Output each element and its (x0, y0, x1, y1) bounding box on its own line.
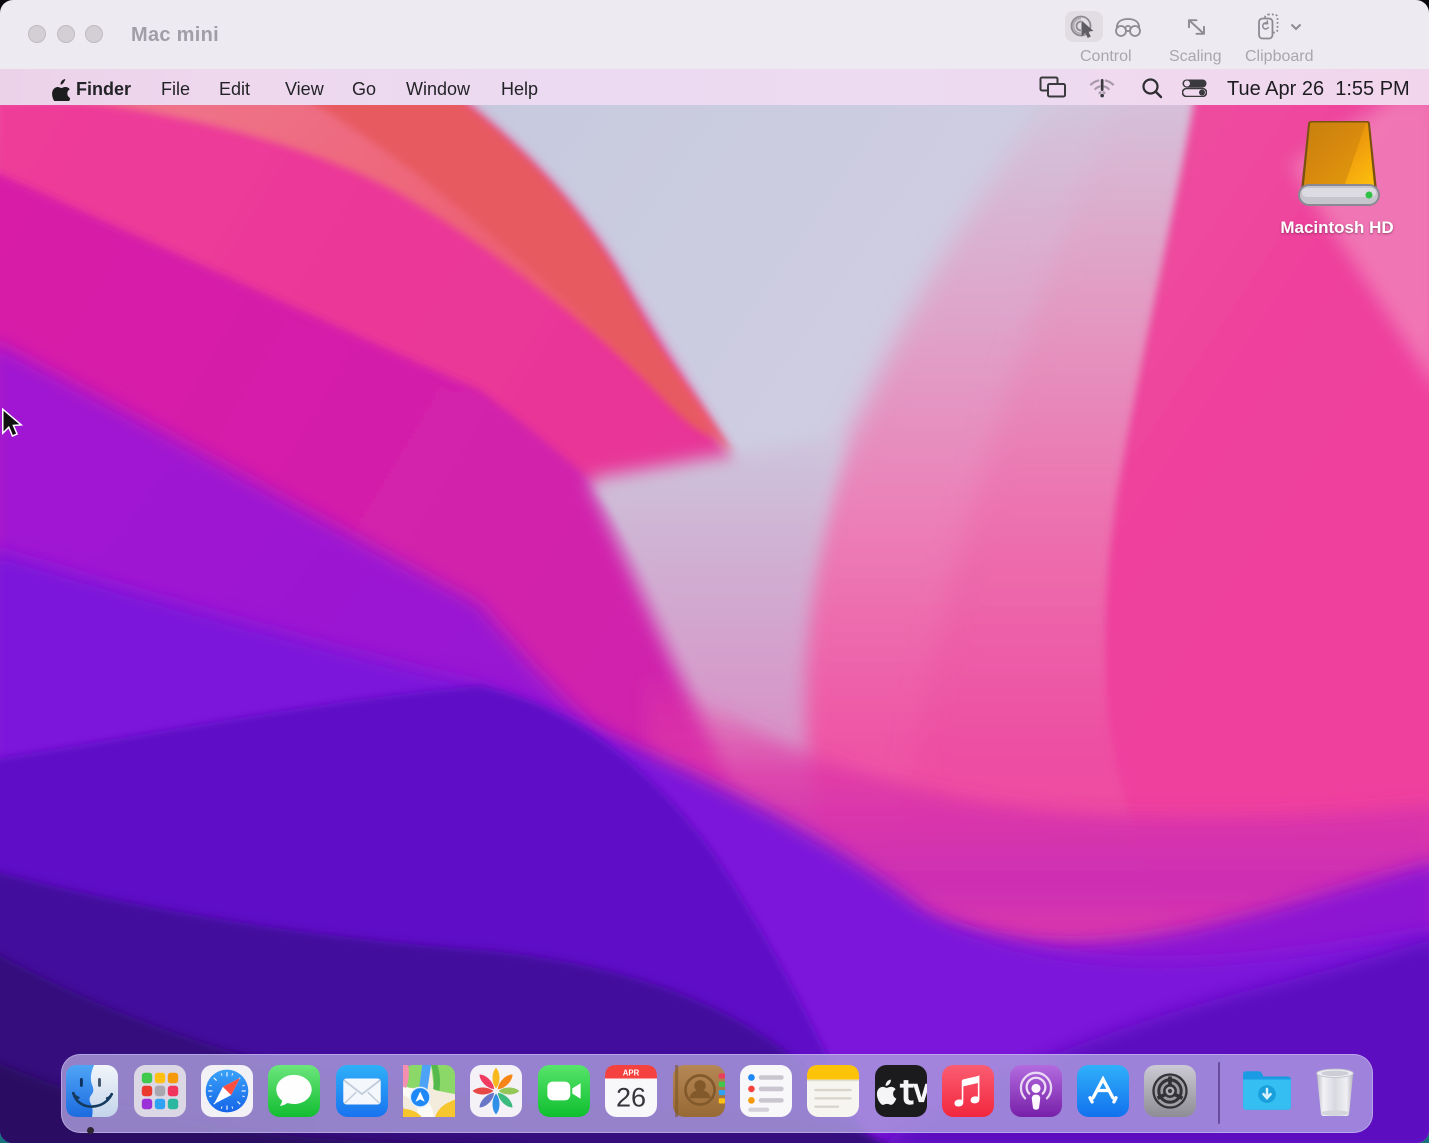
svg-text:APR: APR (623, 1068, 640, 1077)
svg-text:26: 26 (616, 1083, 646, 1113)
